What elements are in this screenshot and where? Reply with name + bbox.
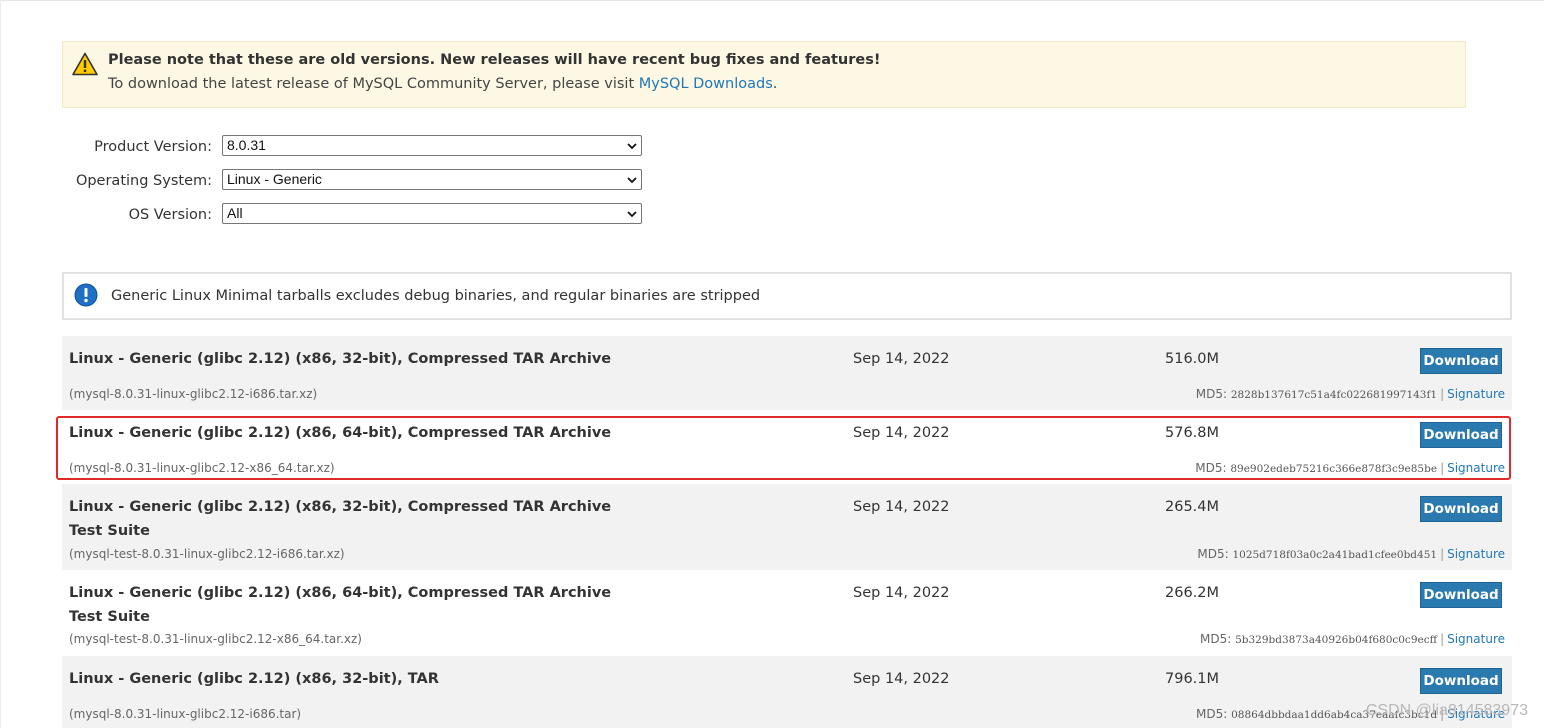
signature-link[interactable]: Signature	[1447, 547, 1505, 561]
release-date: Sep 14, 2022	[853, 671, 950, 687]
product-version-select[interactable]: 8.0.31	[222, 135, 642, 156]
md5-hash: 1025d718f03a0c2a41bad1cfee0bd451	[1232, 549, 1438, 561]
product-version-label: Product Version:	[94, 139, 212, 155]
notice-text-after: .	[772, 76, 778, 92]
os-version-select[interactable]: All	[222, 203, 642, 224]
notice-text-before: To download the latest release of MySQL …	[108, 76, 639, 92]
chevron-down-icon	[627, 177, 637, 184]
md5-checksum: MD5: 5b329bd3873a40926b04f680c0c9ecff | Si…	[1200, 632, 1505, 646]
package-name: Linux - Generic (glibc 2.12) (x86, 32-bi…	[69, 351, 612, 367]
file-name: (mysql-8.0.31-linux-glibc2.12-i686.tar)	[69, 707, 302, 721]
file-size: 266.2M	[1165, 585, 1220, 601]
old-version-notice: Please note that these are old versions.…	[62, 41, 1466, 108]
file-size: 265.4M	[1165, 499, 1220, 515]
package-subname: Test Suite	[69, 523, 150, 539]
operating-system-value: Linux - Generic	[227, 171, 322, 187]
product-version-row: Product Version:	[0, 137, 212, 159]
mysql-downloads-link[interactable]: MySQL Downloads	[639, 76, 773, 92]
package-name: Linux - Generic (glibc 2.12) (x86, 64-bi…	[69, 425, 612, 441]
os-version-row: OS Version:	[0, 205, 212, 227]
operating-system-select[interactable]: Linux - Generic	[222, 169, 642, 190]
download-row: Linux - Generic (glibc 2.12) (x86, 64-bi…	[62, 410, 1512, 484]
top-rule	[0, 0, 1544, 1]
md5-checksum: MD5: 2828b137617c51a4fc022681997143f1 | Si…	[1196, 387, 1505, 401]
package-name: Linux - Generic (glibc 2.12) (x86, 64-bi…	[69, 585, 612, 601]
file-name: (mysql-test-8.0.31-linux-glibc2.12-x86_6…	[69, 632, 362, 646]
release-date: Sep 14, 2022	[853, 499, 950, 515]
md5-hash: 5b329bd3873a40926b04f680c0c9ecff	[1235, 634, 1438, 646]
file-name: (mysql-8.0.31-linux-glibc2.12-i686.tar.x…	[69, 387, 318, 401]
md5-label: MD5:	[1197, 547, 1229, 561]
info-text: Generic Linux Minimal tarballs excludes …	[111, 288, 761, 304]
release-date: Sep 14, 2022	[853, 425, 950, 441]
file-name: (mysql-8.0.31-linux-glibc2.12-x86_64.tar…	[69, 461, 335, 475]
warning-icon	[72, 52, 98, 76]
download-button[interactable]: Download	[1420, 422, 1502, 448]
download-button[interactable]: Download	[1420, 668, 1502, 694]
separator: |	[1440, 387, 1445, 401]
signature-link[interactable]: Signature	[1447, 461, 1505, 475]
operating-system-row: Operating System:	[0, 171, 212, 193]
csdn-watermark: CSDN @lia814583973	[1365, 702, 1528, 719]
download-row: Linux - Generic (glibc 2.12) (x86, 64-bi…	[62, 570, 1512, 656]
download-button[interactable]: Download	[1420, 496, 1502, 522]
package-name: Linux - Generic (glibc 2.12) (x86, 32-bi…	[69, 499, 612, 515]
file-size: 796.1M	[1165, 671, 1220, 687]
md5-checksum: MD5: 89e902edeb75216c366e878f3c9e85be | Si…	[1195, 461, 1505, 475]
release-date: Sep 14, 2022	[853, 351, 950, 367]
md5-checksum: MD5: 1025d718f03a0c2a41bad1cfee0bd451 | Si…	[1197, 547, 1505, 561]
file-name: (mysql-test-8.0.31-linux-glibc2.12-i686.…	[69, 547, 345, 561]
md5-label: MD5:	[1195, 461, 1227, 475]
download-row: Linux - Generic (glibc 2.12) (x86, 32-bi…	[62, 656, 1512, 728]
file-size: 516.0M	[1165, 351, 1220, 367]
separator: |	[1440, 461, 1445, 475]
md5-hash: 2828b137617c51a4fc022681997143f1	[1230, 389, 1438, 401]
product-version-value: 8.0.31	[227, 137, 266, 153]
notice-text: To download the latest release of MySQL …	[108, 76, 777, 92]
download-button[interactable]: Download	[1420, 582, 1502, 608]
md5-hash: 89e902edeb75216c366e878f3c9e85be	[1230, 463, 1438, 475]
md5-label: MD5:	[1195, 387, 1228, 401]
separator: |	[1440, 547, 1445, 561]
package-subname: Test Suite	[69, 609, 150, 625]
signature-link[interactable]: Signature	[1447, 387, 1505, 401]
release-date: Sep 14, 2022	[853, 585, 950, 601]
download-row: Linux - Generic (glibc 2.12) (x86, 32-bi…	[62, 484, 1512, 570]
minimal-tarball-info: Generic Linux Minimal tarballs excludes …	[62, 272, 1512, 320]
chevron-down-icon	[627, 211, 637, 218]
md5-label: MD5:	[1195, 707, 1228, 721]
left-rule	[0, 0, 1, 728]
md5-label: MD5:	[1199, 632, 1232, 646]
signature-link[interactable]: Signature	[1447, 632, 1505, 646]
chevron-down-icon	[627, 143, 637, 150]
notice-heading: Please note that these are old versions.…	[108, 52, 881, 68]
download-button[interactable]: Download	[1420, 348, 1502, 374]
package-name: Linux - Generic (glibc 2.12) (x86, 32-bi…	[69, 671, 439, 687]
os-version-value: All	[227, 205, 243, 221]
os-version-label: OS Version:	[128, 207, 212, 223]
separator: |	[1440, 632, 1445, 646]
info-icon	[74, 283, 98, 307]
operating-system-label: Operating System:	[75, 173, 212, 189]
file-size: 576.8M	[1165, 425, 1220, 441]
download-row: Linux - Generic (glibc 2.12) (x86, 32-bi…	[62, 336, 1512, 410]
